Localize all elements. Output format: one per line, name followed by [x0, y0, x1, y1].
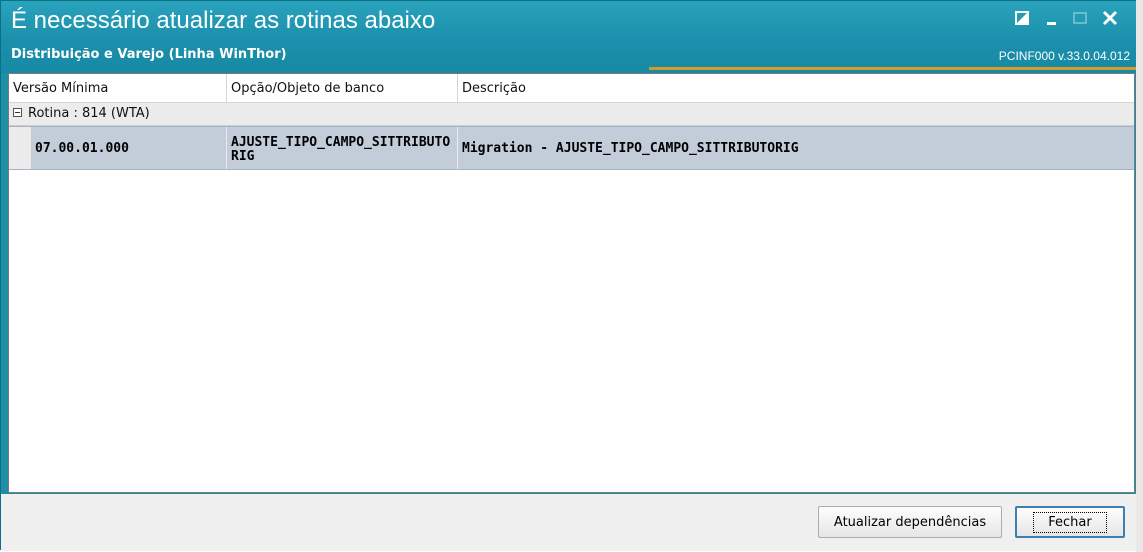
group-row[interactable]: Rotina : 814 (WTA)	[9, 103, 1134, 126]
group-label: Rotina : 814 (WTA)	[28, 106, 150, 121]
main-window: É necessário atualizar as rotinas abaixo…	[0, 0, 1143, 551]
cell-objeto: AJUSTE_TIPO_CAMPO_SITTRIBUTORIG	[227, 127, 458, 169]
column-header-objeto[interactable]: Opção/Objeto de banco	[227, 74, 458, 102]
atualizar-dependencias-button[interactable]: Atualizar dependências	[818, 506, 1002, 538]
title-bar[interactable]: É necessário atualizar as rotinas abaixo…	[1, 1, 1143, 73]
column-header-descricao[interactable]: Descrição	[458, 74, 1134, 102]
restore-icon[interactable]	[1011, 7, 1033, 29]
collapse-icon[interactable]	[13, 108, 22, 117]
title-underline	[649, 67, 1143, 70]
window-title: É necessário atualizar as rotinas abaixo	[11, 7, 436, 34]
cell-versao: 07.00.01.000	[31, 127, 227, 169]
column-header-versao[interactable]: Versão Mínima	[9, 74, 227, 102]
version-label: PCINF000 v.33.0.04.012	[998, 49, 1130, 63]
close-icon[interactable]	[1099, 7, 1121, 29]
footer-bar: Atualizar dependências Fechar	[1, 494, 1138, 551]
cell-descricao: Migration - AJUSTE_TIPO_CAMPO_SITTRIBUTO…	[462, 140, 799, 156]
grid-header: Versão Mínima Opção/Objeto de banco Desc…	[9, 74, 1134, 103]
minimize-icon[interactable]	[1041, 7, 1063, 29]
row-indent	[9, 127, 31, 169]
window-subtitle: Distribuição e Varejo (Linha WinThor)	[11, 47, 287, 62]
fechar-button[interactable]: Fechar	[1015, 506, 1125, 538]
fechar-label: Fechar	[1033, 511, 1107, 533]
maximize-icon[interactable]	[1069, 7, 1091, 29]
table-row[interactable]: 07.00.01.000 AJUSTE_TIPO_CAMPO_SITTRIBUT…	[9, 126, 1134, 170]
background-strip	[1136, 0, 1143, 552]
routines-grid[interactable]: Versão Mínima Opção/Objeto de banco Desc…	[8, 73, 1135, 493]
